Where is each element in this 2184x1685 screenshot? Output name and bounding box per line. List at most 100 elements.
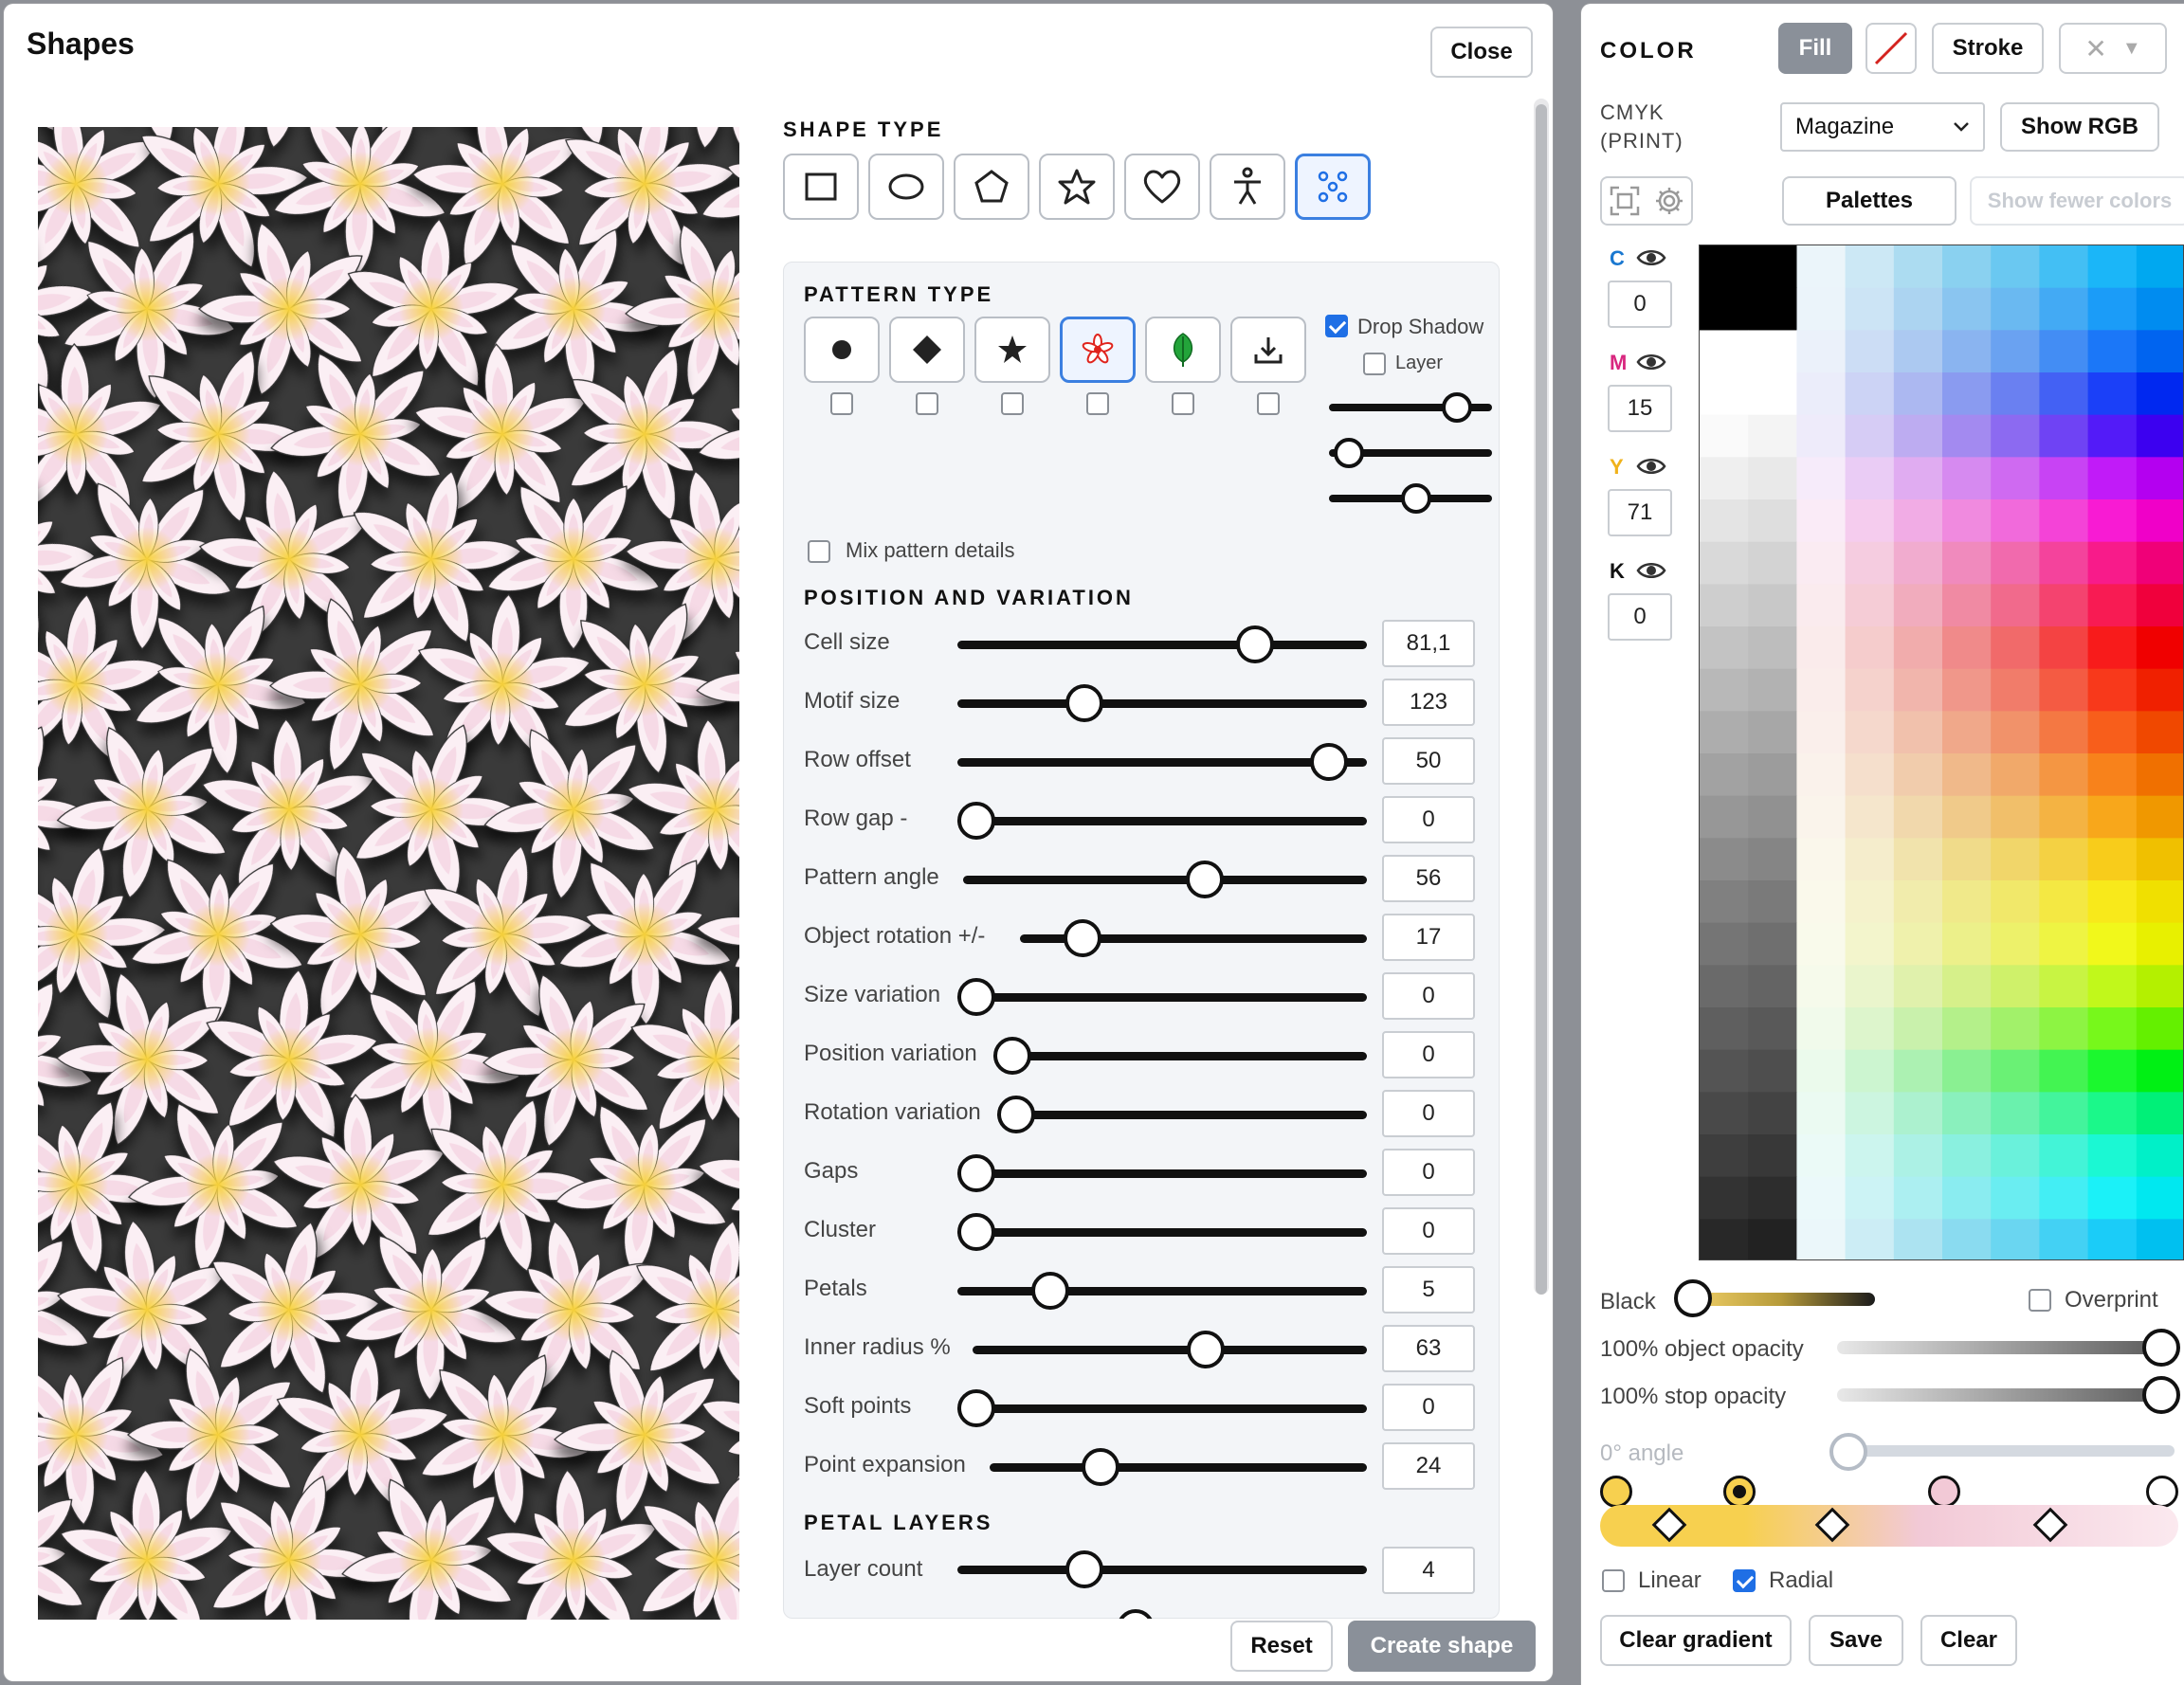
black-swatch[interactable] xyxy=(1700,245,1797,331)
color-swatch[interactable] xyxy=(2039,1176,2089,1220)
color-swatch[interactable] xyxy=(1845,1007,1895,1051)
color-swatch[interactable] xyxy=(1845,245,1895,289)
gradient-stop-1[interactable] xyxy=(1600,1476,1632,1508)
color-swatch[interactable] xyxy=(1748,584,1797,627)
color-swatch[interactable] xyxy=(1748,414,1797,458)
angle-slider-thumb[interactable] xyxy=(1829,1433,1867,1471)
color-swatch[interactable] xyxy=(2087,1049,2138,1093)
create-shape-button[interactable]: Create shape xyxy=(1348,1621,1536,1672)
black-slider[interactable] xyxy=(1685,1293,1875,1306)
color-swatch[interactable] xyxy=(1845,414,1895,458)
color-swatch[interactable] xyxy=(2136,668,2184,712)
color-swatch[interactable] xyxy=(1991,1049,2040,1093)
pattern-flower-button[interactable] xyxy=(1060,317,1136,383)
slider-track[interactable] xyxy=(993,1052,1367,1060)
color-swatch[interactable] xyxy=(1893,1219,1943,1260)
color-swatch[interactable] xyxy=(1942,1176,1992,1220)
color-swatch[interactable] xyxy=(1700,965,1749,1008)
slider-track[interactable] xyxy=(957,817,1367,825)
color-swatch[interactable] xyxy=(1748,838,1797,881)
color-swatch[interactable] xyxy=(1991,287,2040,331)
color-swatch[interactable] xyxy=(2039,372,2089,416)
color-swatch[interactable] xyxy=(1893,457,1943,500)
color-swatch[interactable] xyxy=(1796,1007,1847,1051)
focus-frame-icon[interactable] xyxy=(1609,185,1641,217)
slider-value-input[interactable]: 0 xyxy=(1382,1031,1475,1078)
color-swatch[interactable] xyxy=(2136,414,2184,458)
slider-track[interactable] xyxy=(963,876,1367,884)
stroke-button[interactable]: Stroke xyxy=(1932,23,2044,74)
slider-track[interactable] xyxy=(957,758,1367,767)
color-swatch[interactable] xyxy=(1796,711,1847,754)
color-swatch[interactable] xyxy=(1942,287,1992,331)
color-swatch[interactable] xyxy=(1700,414,1749,458)
gradient-stop-3[interactable] xyxy=(1928,1476,1960,1508)
radial-checkbox[interactable] xyxy=(1733,1569,1756,1592)
pattern-dot-button[interactable] xyxy=(804,317,880,383)
color-swatch[interactable] xyxy=(2087,541,2138,585)
color-swatch[interactable] xyxy=(1748,1219,1797,1260)
color-swatch[interactable] xyxy=(2136,753,2184,797)
color-swatch[interactable] xyxy=(1942,541,1992,585)
slider-track[interactable] xyxy=(957,993,1367,1002)
color-swatch[interactable] xyxy=(1700,1219,1749,1260)
color-swatch[interactable] xyxy=(1748,880,1797,924)
object-opacity-slider[interactable] xyxy=(1837,1341,2178,1354)
color-swatch[interactable] xyxy=(2039,880,2089,924)
color-swatch[interactable] xyxy=(1845,626,1895,670)
color-swatch[interactable] xyxy=(1845,1219,1895,1260)
color-swatch[interactable] xyxy=(1748,1007,1797,1051)
color-swatch[interactable] xyxy=(1700,795,1749,839)
pattern-download-button[interactable] xyxy=(1230,317,1306,383)
color-swatch[interactable] xyxy=(1748,668,1797,712)
color-swatch[interactable] xyxy=(2039,838,2089,881)
color-swatch[interactable] xyxy=(2136,1049,2184,1093)
color-swatch[interactable] xyxy=(1748,922,1797,966)
clear-gradient-button[interactable]: Clear gradient xyxy=(1600,1615,1792,1666)
color-swatch[interactable] xyxy=(1942,1134,1992,1178)
color-swatch[interactable] xyxy=(1845,372,1895,416)
layer-count-slider[interactable] xyxy=(957,1566,1367,1574)
color-swatch[interactable] xyxy=(2136,330,2184,373)
color-swatch[interactable] xyxy=(1700,1092,1749,1135)
slider-track[interactable] xyxy=(973,1346,1367,1354)
shape-person-button[interactable] xyxy=(1210,154,1285,220)
color-swatch[interactable] xyxy=(1796,922,1847,966)
color-swatch[interactable] xyxy=(1942,1219,1992,1260)
shape-star-button[interactable] xyxy=(1039,154,1115,220)
color-swatch[interactable] xyxy=(2039,584,2089,627)
color-swatch[interactable] xyxy=(1845,541,1895,585)
slider-value-input[interactable]: 0 xyxy=(1382,1384,1475,1431)
color-swatch[interactable] xyxy=(1796,1092,1847,1135)
color-swatch[interactable] xyxy=(1700,1134,1749,1178)
shadow-slider-thumb-2[interactable] xyxy=(1334,438,1365,468)
show-rgb-button[interactable]: Show RGB xyxy=(2000,102,2159,152)
color-swatch[interactable] xyxy=(1700,626,1749,670)
slider-track[interactable] xyxy=(957,1287,1367,1295)
color-swatch-grid[interactable] xyxy=(1699,245,2184,1260)
color-swatch[interactable] xyxy=(2039,414,2089,458)
color-swatch[interactable] xyxy=(1942,1007,1992,1051)
color-swatch[interactable] xyxy=(1893,414,1943,458)
pattern-leaf-button[interactable] xyxy=(1145,317,1221,383)
color-swatch[interactable] xyxy=(2039,1092,2089,1135)
linear-checkbox[interactable] xyxy=(1602,1569,1625,1592)
color-swatch[interactable] xyxy=(1893,1176,1943,1220)
color-swatch[interactable] xyxy=(2136,1007,2184,1051)
color-swatch[interactable] xyxy=(2136,1219,2184,1260)
color-swatch[interactable] xyxy=(2136,795,2184,839)
color-swatch[interactable] xyxy=(1796,499,1847,543)
color-swatch[interactable] xyxy=(1942,1092,1992,1135)
slider-thumb[interactable] xyxy=(1186,1331,1225,1368)
color-swatch[interactable] xyxy=(1991,1134,2040,1178)
drop-shadow-checkbox[interactable] xyxy=(1325,315,1348,337)
layer-count-input[interactable]: 4 xyxy=(1382,1547,1475,1594)
color-swatch[interactable] xyxy=(1700,668,1749,712)
color-swatch[interactable] xyxy=(1991,711,2040,754)
color-swatch[interactable] xyxy=(2039,287,2089,331)
color-swatch[interactable] xyxy=(1942,838,1992,881)
color-swatch[interactable] xyxy=(1700,330,1749,373)
color-swatch[interactable] xyxy=(1700,584,1749,627)
color-swatch[interactable] xyxy=(1991,541,2040,585)
color-swatch[interactable] xyxy=(1942,668,1992,712)
